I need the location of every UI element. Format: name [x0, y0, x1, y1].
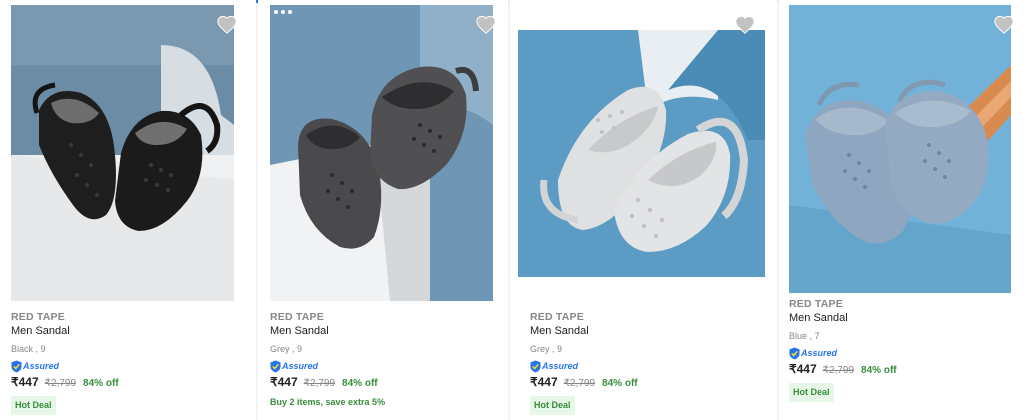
discount-label: 84% off	[602, 378, 638, 389]
price-row: ₹447 ₹2,799 84% off	[270, 375, 385, 393]
discount-label: 84% off	[83, 378, 119, 389]
blue-clog-sandal-image	[789, 5, 1011, 293]
product-title[interactable]: Men Sandal	[11, 324, 119, 341]
light-grey-clog-sandal-image	[518, 30, 765, 277]
original-price: ₹2,799	[44, 378, 77, 389]
product-image[interactable]	[518, 30, 765, 277]
hot-deal-badge: Hot Deal	[11, 396, 56, 415]
original-price: ₹2,799	[822, 365, 855, 376]
product-variant: Blue , 7	[789, 331, 820, 341]
price-row: ₹447 ₹2,799 84% off	[530, 375, 638, 393]
more-options-icon[interactable]	[274, 9, 292, 15]
assured-label: Assured	[542, 360, 579, 371]
hot-deal-badge: Hot Deal	[789, 383, 834, 402]
product-image[interactable]	[270, 5, 493, 301]
product-variant: Grey , 9	[530, 344, 563, 354]
assured-label: Assured	[282, 360, 319, 371]
selling-price: ₹447	[11, 375, 39, 389]
product-card[interactable]: RED TAPE Men Sandal Grey , 9 Assured ₹44…	[510, 0, 777, 420]
product-grid-page: RED TAPE Men Sandal Black , 9 Assured ₹4…	[0, 0, 1027, 420]
product-info: RED TAPE Men Sandal Blue , 7 Assured ₹44…	[789, 297, 897, 402]
assured-badge: Assured	[11, 358, 119, 374]
product-image[interactable]	[789, 5, 1011, 293]
wishlist-heart-icon[interactable]	[993, 14, 1015, 36]
selling-price: ₹447	[530, 375, 558, 389]
product-title[interactable]: Men Sandal	[789, 311, 897, 328]
black-clog-sandal-image	[11, 5, 234, 301]
product-brand: RED TAPE	[270, 311, 324, 323]
product-title[interactable]: Men Sandal	[530, 324, 638, 341]
assured-label: Assured	[23, 360, 60, 371]
assured-shield-icon	[530, 360, 541, 372]
wishlist-heart-icon[interactable]	[475, 14, 497, 36]
product-brand: RED TAPE	[530, 311, 584, 323]
product-image[interactable]	[11, 5, 234, 301]
product-card[interactable]: RED TAPE Men Sandal Black , 9 Assured ₹4…	[0, 0, 256, 420]
assured-shield-icon	[11, 360, 22, 372]
product-card[interactable]: RED TAPE Men Sandal Grey , 9 Assured ₹44…	[258, 0, 508, 420]
selling-price: ₹447	[270, 375, 298, 389]
selling-price: ₹447	[789, 362, 817, 376]
original-price: ₹2,799	[303, 378, 336, 389]
bulk-offer-text: Buy 2 items, save extra 5%	[270, 397, 386, 407]
price-row: ₹447 ₹2,799 84% off	[11, 375, 119, 393]
product-brand: RED TAPE	[11, 311, 65, 323]
product-card[interactable]: RED TAPE Men Sandal Blue , 7 Assured ₹44…	[779, 0, 1027, 420]
product-info: RED TAPE Men Sandal Black , 9 Assured ₹4…	[11, 310, 119, 415]
product-variant: Grey , 9	[270, 344, 303, 354]
wishlist-heart-icon[interactable]	[734, 14, 756, 36]
assured-badge: Assured	[270, 358, 385, 374]
wishlist-heart-icon[interactable]	[216, 14, 238, 36]
hot-deal-badge: Hot Deal	[530, 396, 575, 415]
product-title[interactable]: Men Sandal	[270, 324, 385, 341]
original-price: ₹2,799	[563, 378, 596, 389]
assured-shield-icon	[789, 347, 800, 359]
product-info: RED TAPE Men Sandal Grey , 9 Assured ₹44…	[270, 310, 385, 408]
discount-label: 84% off	[342, 378, 378, 389]
product-brand: RED TAPE	[789, 298, 843, 310]
grey-clog-sandal-image	[270, 5, 493, 301]
assured-badge: Assured	[530, 358, 638, 374]
assured-shield-icon	[270, 360, 281, 372]
product-info: RED TAPE Men Sandal Grey , 9 Assured ₹44…	[530, 310, 638, 415]
price-row: ₹447 ₹2,799 84% off	[789, 362, 897, 380]
product-variant: Black , 9	[11, 344, 46, 354]
discount-label: 84% off	[861, 365, 897, 376]
assured-badge: Assured	[789, 345, 897, 361]
assured-label: Assured	[801, 347, 838, 358]
